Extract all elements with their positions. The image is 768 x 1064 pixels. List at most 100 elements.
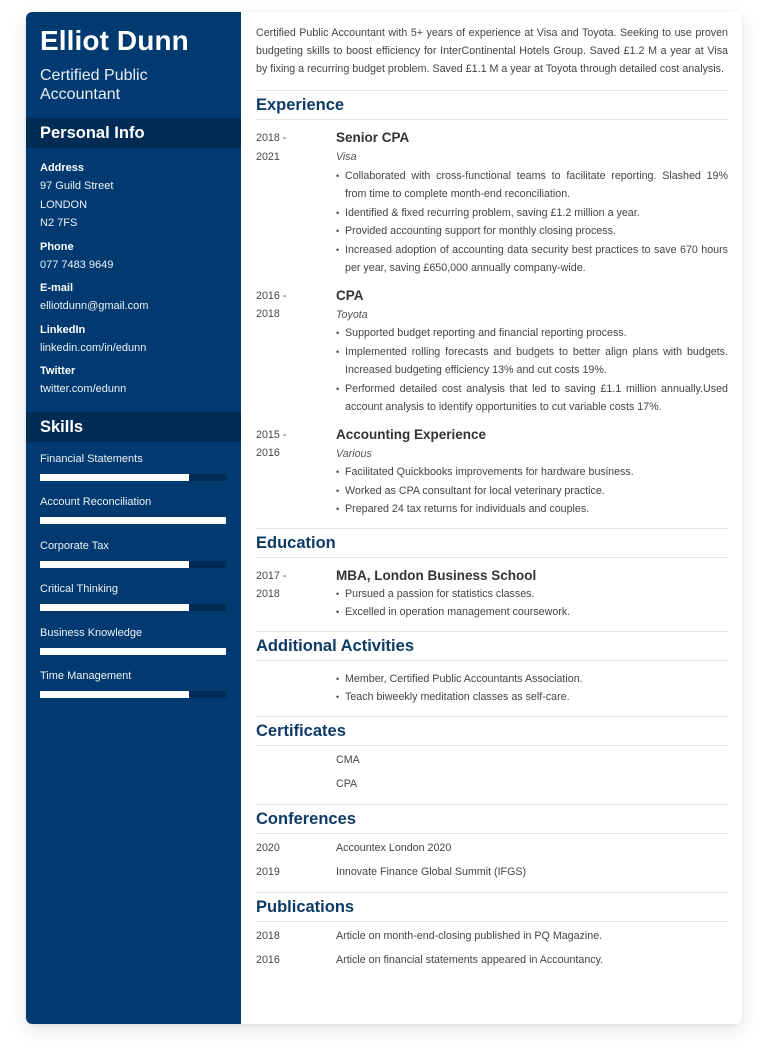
skill-bar-fill — [40, 691, 189, 699]
email-value[interactable]: elliotdunn@gmail.com — [40, 297, 227, 316]
date-start: 2016 - — [256, 289, 287, 302]
date-start: 2018 - — [256, 132, 287, 144]
sidebar-header: Elliot Dunn Certified Public Accountant — [26, 12, 241, 118]
conference-year: 2020 — [256, 842, 280, 854]
job-title: Senior CPA — [336, 130, 410, 145]
email-block: E-mail elliotdunn@gmail.com — [40, 279, 227, 316]
certificates-section: Certificates CMA CPA — [256, 717, 728, 805]
publication-year: 2016 — [256, 954, 280, 966]
skill-item: Business Knowledge — [40, 624, 227, 668]
publication-item: 2016 Article on financial statements app… — [256, 951, 728, 970]
entry-body: CPA Toyota Supported budget reporting an… — [336, 287, 728, 417]
skill-bar-fill — [40, 517, 226, 525]
publication-name: Article on financial statements appeared… — [336, 954, 604, 966]
skill-label: Business Knowledge — [40, 626, 143, 639]
company-name: Toyota — [336, 308, 368, 321]
activity-item: Member, Certified Public Accountants Ass… — [336, 670, 728, 689]
skill-bar-fill — [40, 647, 226, 655]
activities-entry: Member, Certified Public Accountants Ass… — [256, 670, 728, 707]
skill-bar-fill — [40, 560, 189, 568]
skills-heading: Skills — [26, 411, 241, 442]
date-start: 2015 - — [256, 428, 287, 441]
education-details: Pursued a passion for statistics classes… — [336, 585, 728, 622]
twitter-value[interactable]: twitter.com/edunn — [40, 380, 227, 399]
phone-block: Phone 077 7483 9649 — [40, 238, 227, 275]
skill-bar — [40, 691, 226, 699]
date-end: 2016 — [256, 447, 280, 459]
phone-value: 077 7483 9649 — [40, 258, 114, 271]
achievement-list: Supported budget reporting and financial… — [336, 324, 728, 417]
achievement-item: Provided accounting support for monthly … — [336, 222, 728, 241]
date-end: 2018 — [256, 588, 280, 600]
profile-summary: Certified Public Accountant with 5+ year… — [256, 24, 728, 91]
skill-bar-fill — [40, 473, 189, 481]
conferences-section: Conferences 2020 Accountex London 2020 2… — [256, 805, 728, 893]
company-name: Various — [336, 447, 372, 460]
entry-dates: 2018 - 2021 — [256, 129, 336, 278]
conference-year: 2019 — [256, 866, 280, 878]
twitter-block: Twitter twitter.com/edunn — [40, 362, 227, 399]
skill-bar — [40, 560, 226, 568]
skill-label: Corporate Tax — [40, 539, 109, 552]
publication-item: 2018 Article on month-end-closing publis… — [256, 927, 728, 946]
education-detail-item: Pursued a passion for statistics classes… — [336, 585, 728, 604]
achievement-list: Collaborated with cross-functional teams… — [336, 167, 728, 278]
candidate-title: Certified Public Accountant — [40, 67, 148, 103]
date-end: 2021 — [256, 150, 280, 163]
achievement-item: Performed detailed cost analysis that le… — [336, 380, 728, 417]
personal-info: Address 97 Guild Street LONDON N2 7FS Ph… — [26, 148, 241, 412]
entry-dates: 2016 - 2018 — [256, 287, 336, 417]
skill-label: Time Management — [40, 670, 132, 683]
achievement-item: Identified & fixed recurring problem, sa… — [336, 204, 728, 223]
publications-section: Publications 2018 Article on month-end-c… — [256, 893, 728, 980]
certificates-heading: Certificates — [256, 717, 728, 746]
job-title: Accounting Experience — [336, 426, 487, 442]
activities-heading: Additional Activities — [256, 632, 728, 661]
twitter-label: Twitter — [40, 365, 76, 377]
linkedin-value[interactable]: linkedin.com/in/edunn — [40, 339, 227, 358]
education-detail-item: Excelled in operation management coursew… — [336, 603, 728, 622]
resume-page: Elliot Dunn Certified Public Accountant … — [26, 12, 742, 1024]
linkedin-block: LinkedIn linkedin.com/in/edunn — [40, 321, 227, 358]
skill-label: Critical Thinking — [40, 583, 119, 596]
skill-bar-fill — [40, 604, 189, 612]
certificate-item: CPA — [256, 775, 728, 794]
address-line: N2 7FS — [40, 217, 78, 229]
certificate-name: CPA — [336, 778, 358, 790]
achievement-item: Supported budget reporting and financial… — [336, 324, 728, 343]
achievement-item: Worked as CPA consultant for local veter… — [336, 482, 728, 501]
skill-bar — [40, 647, 226, 655]
publication-year: 2018 — [256, 930, 280, 942]
date-end: 2018 — [256, 308, 280, 320]
experience-section: Experience 2018 - 2021 Senior CPA Visa C… — [256, 91, 728, 529]
skill-item: Financial Statements — [40, 450, 227, 494]
skill-item: Critical Thinking — [40, 580, 227, 624]
address-line: LONDON — [40, 198, 88, 211]
linkedin-label: LinkedIn — [40, 323, 86, 336]
conference-name: Accountex London 2020 — [336, 842, 452, 854]
company-name: Visa — [336, 151, 357, 163]
skill-bar — [40, 604, 226, 612]
activities-section: Additional Activities Member, Certified … — [256, 632, 728, 717]
skill-label: Account Reconciliation — [40, 496, 152, 509]
main-content: Certified Public Accountant with 5+ year… — [241, 12, 742, 1024]
publications-heading: Publications — [256, 893, 728, 922]
experience-heading: Experience — [256, 91, 728, 120]
entry-body: Accounting Experience Various Facilitate… — [336, 426, 728, 519]
sidebar: Elliot Dunn Certified Public Accountant … — [26, 12, 241, 1024]
achievement-list: Facilitated Quickbooks improvements for … — [336, 463, 728, 519]
publication-name: Article on month-end-closing published i… — [336, 930, 603, 942]
experience-entry: 2015 - 2016 Accounting Experience Variou… — [256, 426, 728, 519]
education-heading: Education — [256, 529, 728, 558]
skill-item: Corporate Tax — [40, 537, 227, 581]
achievement-item: Collaborated with cross-functional teams… — [336, 167, 728, 204]
address-label: Address — [40, 162, 85, 174]
achievement-item: Implemented rolling forecasts and budget… — [336, 343, 728, 380]
entry-dates: 2015 - 2016 — [256, 426, 336, 519]
phone-label: Phone — [40, 240, 74, 253]
skill-label: Financial Statements — [40, 452, 143, 465]
conferences-heading: Conferences — [256, 805, 728, 834]
achievement-item: Prepared 24 tax returns for individuals … — [336, 500, 728, 519]
conference-item: 2019 Innovate Finance Global Summit (IFG… — [256, 863, 728, 882]
education-entry: 2017 - 2018 MBA, London Business School … — [256, 567, 728, 622]
